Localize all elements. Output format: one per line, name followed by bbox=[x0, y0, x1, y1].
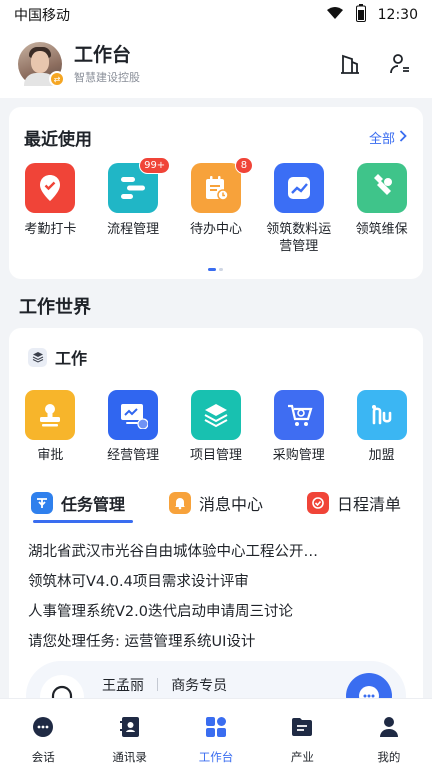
chart-icon bbox=[273, 163, 324, 213]
tabbar-item-chat[interactable]: 会话 bbox=[0, 699, 86, 768]
stamp-icon bbox=[25, 390, 76, 440]
join-icon bbox=[356, 390, 407, 440]
tabbar-label: 会话 bbox=[31, 750, 55, 764]
tab-schedule[interactable]: 日程清单 bbox=[285, 483, 423, 523]
app-label: 考勤打卡 bbox=[24, 222, 77, 237]
tabbar-label: 产业 bbox=[290, 750, 314, 764]
workbench-icon bbox=[204, 715, 228, 743]
status-bar: 中国移动 12:30 bbox=[0, 0, 432, 30]
monitor-chart-icon bbox=[108, 390, 159, 440]
work-tabs: 任务管理 消息中心 日程清单 bbox=[9, 483, 423, 523]
tab-label: 消息中心 bbox=[198, 495, 263, 514]
page-dot bbox=[219, 268, 223, 271]
tabbar-item-contacts[interactable]: 通讯录 bbox=[86, 699, 172, 768]
contacts-icon bbox=[118, 715, 142, 743]
switch-badge-icon: ⇄ bbox=[49, 71, 65, 87]
tabbar-item-workbench[interactable]: 工作台 bbox=[173, 699, 259, 768]
avatar[interactable]: ⇄ bbox=[18, 42, 65, 87]
app-label: 加盟 bbox=[368, 448, 395, 463]
app-label: 审批 bbox=[37, 448, 64, 463]
tabbar-label: 工作台 bbox=[198, 750, 234, 764]
tabbar-item-mine[interactable]: 我的 bbox=[346, 699, 432, 768]
divider bbox=[157, 678, 159, 691]
notification-badge: 99+ bbox=[139, 157, 171, 174]
page-title: 工作台 bbox=[74, 44, 132, 66]
list-item[interactable]: 领筑林可V4.0.4项目需求设计评审 bbox=[28, 567, 414, 597]
tabbar-item-industry[interactable]: 产业 bbox=[259, 699, 345, 768]
app-label: 领筑维保 bbox=[355, 222, 408, 237]
user-settings-icon[interactable] bbox=[386, 50, 414, 78]
company-name[interactable]: 智慧建设控股 bbox=[74, 69, 314, 85]
user-icon bbox=[377, 715, 401, 743]
task-icon bbox=[30, 492, 53, 514]
recent-title: 最近使用 bbox=[24, 130, 92, 150]
folder-icon bbox=[290, 715, 314, 743]
page-indicator bbox=[208, 268, 223, 271]
app-procurement[interactable]: 采购管理 bbox=[257, 390, 340, 464]
battery-icon bbox=[355, 4, 366, 26]
wrench-icon bbox=[356, 163, 407, 213]
tab-label: 日程清单 bbox=[336, 495, 401, 514]
view-all-label: 全部 bbox=[368, 132, 395, 147]
chevron-right-icon bbox=[399, 129, 407, 146]
contact-name: 王孟丽 bbox=[102, 678, 144, 694]
app-project[interactable]: 项目管理 bbox=[175, 390, 258, 464]
app-process[interactable]: 99+ 流程管理 bbox=[92, 157, 175, 255]
tabbar-label: 我的 bbox=[377, 750, 401, 764]
bell-icon bbox=[168, 492, 191, 514]
schedule-check-icon bbox=[306, 492, 329, 514]
app-label: 领筑数料运营管理 bbox=[266, 222, 332, 254]
carrier-label: 中国移动 bbox=[14, 8, 70, 24]
app-label: 经营管理 bbox=[107, 448, 160, 463]
page-dot-active bbox=[208, 268, 216, 271]
building-icon[interactable] bbox=[336, 50, 364, 78]
cart-icon bbox=[273, 390, 324, 440]
app-business[interactable]: 经营管理 bbox=[92, 390, 175, 464]
todo-calendar-icon: 8 bbox=[190, 157, 253, 213]
list-item[interactable]: 湖北省武汉市光谷自由城体验中心工程公开… bbox=[28, 537, 414, 567]
view-all-link[interactable]: 全部 bbox=[369, 128, 407, 147]
list-item[interactable]: 请您处理任务: 运营管理系统UI设计 bbox=[28, 627, 414, 657]
app-attendance[interactable]: 考勤打卡 bbox=[9, 163, 92, 255]
bottom-tab-bar: 会话 通讯录 工作台 产业 我的 bbox=[0, 698, 432, 768]
header: ⇄ 工作台 智慧建设控股 bbox=[0, 30, 432, 98]
contact-role: 商务专员 bbox=[171, 678, 228, 694]
section-title: 工作世界 bbox=[19, 297, 91, 318]
flow-icon: 99+ bbox=[108, 157, 171, 213]
tab-messages[interactable]: 消息中心 bbox=[147, 483, 285, 523]
chat-icon bbox=[31, 715, 55, 743]
app-operations[interactable]: 领筑数料运营管理 bbox=[257, 163, 340, 255]
location-check-icon bbox=[25, 163, 76, 213]
notification-badge: 8 bbox=[234, 157, 253, 174]
app-label: 待办中心 bbox=[189, 222, 242, 237]
app-franchise[interactable]: 加盟 bbox=[340, 390, 423, 464]
clock-label: 12:30 bbox=[377, 7, 418, 23]
app-approval[interactable]: 审批 bbox=[9, 390, 92, 464]
tab-tasks[interactable]: 任务管理 bbox=[9, 483, 147, 523]
app-label: 流程管理 bbox=[107, 222, 160, 237]
list-item[interactable]: 人事管理系统V2.0迭代启动申请周三讨论 bbox=[28, 597, 414, 627]
app-maintenance[interactable]: 领筑维保 bbox=[340, 163, 423, 255]
task-list: 湖北省武汉市光谷自由城体验中心工程公开… 领筑林可V4.0.4项目需求设计评审 … bbox=[28, 537, 414, 657]
app-label: 项目管理 bbox=[189, 448, 242, 463]
app-label: 采购管理 bbox=[272, 448, 325, 463]
recent-apps-card: 最近使用 全部 考勤打卡 99+ 流程管理 8 待办中心 领筑数料运营管理 领筑… bbox=[9, 107, 423, 279]
layers-small-icon bbox=[28, 347, 47, 367]
wifi-icon bbox=[326, 6, 344, 24]
tabbar-label: 通讯录 bbox=[112, 750, 147, 764]
work-title: 工作 bbox=[55, 349, 88, 368]
tab-label: 任务管理 bbox=[60, 495, 125, 514]
layers-icon bbox=[190, 390, 241, 440]
app-todo[interactable]: 8 待办中心 bbox=[175, 157, 258, 255]
